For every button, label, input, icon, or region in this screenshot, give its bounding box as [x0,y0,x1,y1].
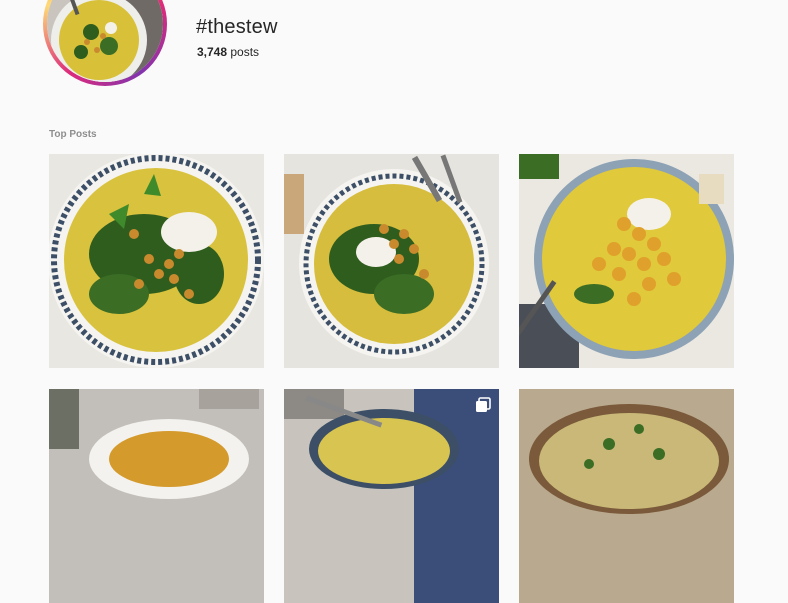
post-image-stew-bowl [519,154,734,368]
post-image-stew-bowl [519,389,734,603]
post-tile[interactable] [284,389,499,603]
avatar[interactable] [47,0,163,82]
hashtag-title: #thestew [196,16,278,38]
post-count: 3,748 posts [197,45,259,59]
multiple-photos-icon [476,397,491,412]
post-image-stew-bowl [49,154,264,368]
post-count-number: 3,748 [197,45,228,59]
post-tile[interactable] [519,154,734,368]
post-tile[interactable] [49,389,264,603]
post-tile[interactable] [49,154,264,368]
top-posts-heading: Top Posts [49,129,97,140]
post-image-stew-bowl [284,154,499,368]
post-tile[interactable] [519,389,734,603]
profile-avatar-ring[interactable] [43,0,167,86]
post-image-stew-bowl [49,389,264,603]
post-tile[interactable] [284,154,499,368]
post-image-stew-bowl [284,389,499,603]
avatar-stew-image [47,0,163,82]
post-count-label: posts [230,45,260,59]
